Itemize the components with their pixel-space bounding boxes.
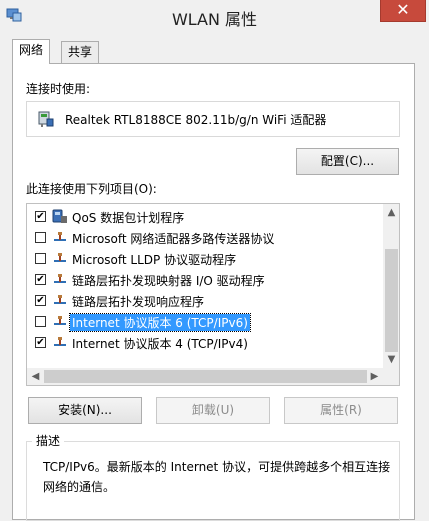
item-label: 链路层拓扑发现响应程序 [72,295,205,309]
vertical-scroll-thumb[interactable] [385,249,398,352]
item-checkbox[interactable]: ✔ [35,295,46,306]
network-adapter-icon [38,111,54,127]
wlan-properties-dialog: WLAN 属性 ✕ 网络 共享 连接时使用: Realtek RTL8188CE… [0,0,429,521]
scroll-up-icon[interactable]: ▲ [383,204,399,221]
vertical-scrollbar[interactable]: ▲ ▼ [383,204,399,368]
close-button[interactable]: ✕ [380,0,426,22]
list-item[interactable]: Internet 协议版本 6 (TCP/IPv6) [27,311,383,332]
item-label: Microsoft LLDP 协议驱动程序 [72,253,237,267]
scroll-right-icon[interactable]: ▶ [366,368,383,385]
protocol-icon [54,316,66,325]
list-item[interactable]: ✔ 链路层拓扑发现响应程序 [27,290,383,311]
list-item[interactable]: Microsoft LLDP 协议驱动程序 [27,248,383,269]
scroll-down-icon[interactable]: ▼ [383,351,399,368]
item-label: 链路层拓扑发现映射器 I/O 驱动程序 [72,274,265,288]
window-title: WLAN 属性 [171,10,258,29]
properties-button[interactable]: 属性(R) [284,397,398,424]
protocol-icon [54,295,66,304]
horizontal-scrollbar[interactable]: ◀ ▶ [27,368,383,385]
protocol-icon [54,232,66,241]
list-item[interactable]: ✔ Internet 协议版本 4 (TCP/IPv4) [27,332,383,353]
item-label: QoS 数据包计划程序 [72,211,185,225]
description-title: 描述 [32,432,65,449]
items-label: 此连接使用下列项目(O): [26,182,157,196]
qos-icon [52,209,67,223]
adapter-box: Realtek RTL8188CE 802.11b/g/n WiFi 适配器 [26,101,400,137]
install-button[interactable]: 安装(N)... [28,397,142,424]
item-checkbox[interactable]: ✔ [35,274,46,285]
item-checkbox[interactable]: ✔ [35,211,46,222]
scroll-corner [383,368,399,385]
item-checkbox[interactable] [35,316,46,327]
protocol-icon [54,337,66,346]
protocol-icon [54,274,66,283]
list-item[interactable]: ✔ 链路层拓扑发现映射器 I/O 驱动程序 [27,269,383,290]
configure-button[interactable]: 配置(C)... [296,148,399,175]
tab-sharing[interactable]: 共享 [61,41,100,63]
title-bar[interactable]: WLAN 属性 ✕ [0,0,429,34]
item-label: Internet 协议版本 4 (TCP/IPv4) [72,337,248,351]
adapter-name: Realtek RTL8188CE 802.11b/g/n WiFi 适配器 [65,113,327,127]
horizontal-scroll-thumb[interactable] [44,370,367,383]
tab-network[interactable]: 网络 [12,39,51,64]
item-label-selected: Internet 协议版本 6 (TCP/IPv6) [69,313,251,332]
item-checkbox[interactable] [35,253,46,264]
item-label: Microsoft 网络适配器多路传送器协议 [72,232,275,246]
connect-using-label: 连接时使用: [26,82,91,96]
list-item[interactable]: Microsoft 网络适配器多路传送器协议 [27,227,383,248]
item-checkbox[interactable]: ✔ [35,337,46,348]
components-list[interactable]: ✔ QoS 数据包计划程序 Microsoft 网络适配器多路传送器协议 Mic… [26,203,400,386]
description-text: TCP/IPv6。最新版本的 Internet 协议，可提供跨越多个相互连接网络… [43,460,391,494]
uninstall-button[interactable]: 卸载(U) [156,397,270,424]
item-checkbox[interactable] [35,232,46,243]
list-item[interactable]: ✔ QoS 数据包计划程序 [27,206,383,227]
protocol-icon [54,253,66,262]
scroll-left-icon[interactable]: ◀ [27,368,44,385]
